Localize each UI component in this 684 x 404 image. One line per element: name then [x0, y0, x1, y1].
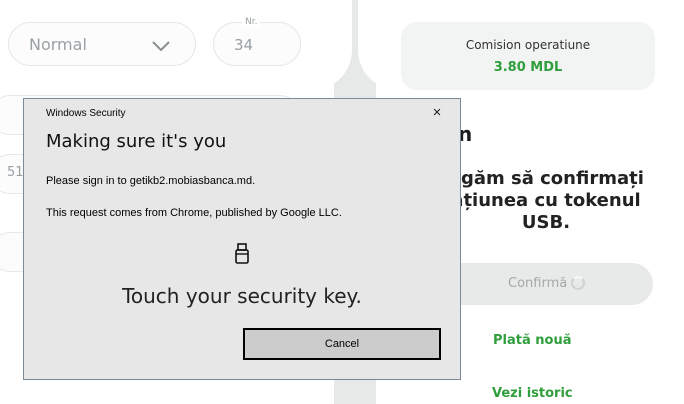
sign-in-domain-text: Please sign in to getikb2.mobiasbanca.md…: [46, 175, 256, 187]
view-history-link[interactable]: Vezi istoric: [492, 386, 573, 401]
close-icon[interactable]: ×: [426, 103, 448, 123]
loading-spinner-icon: [571, 276, 585, 290]
touch-key-instruction: Touch your security key.: [122, 284, 362, 308]
chevron-down-icon: [151, 39, 171, 57]
commission-label: Comision operatiune: [465, 38, 591, 52]
number-field-label: Nr.: [242, 17, 261, 27]
new-payment-link[interactable]: Plată nouă: [493, 333, 571, 348]
confirm-message-line-1: ugăm să confirmați: [448, 168, 644, 189]
dialog-heading: Making sure it's you: [46, 131, 227, 152]
commission-value: 3.80 MDL: [493, 60, 563, 75]
request-origin-text: This request comes from Chrome, publishe…: [46, 207, 342, 219]
number-field[interactable]: Nr. 34: [213, 17, 301, 66]
usb-security-key-icon: [234, 243, 250, 270]
cancel-button[interactable]: Cancel: [243, 328, 441, 360]
confirm-button-label: Confirmă: [508, 276, 568, 291]
priority-select[interactable]: Normal: [8, 22, 196, 66]
number-field-value: 34: [234, 36, 254, 54]
commission-card: Comision operatiune 3.80 MDL: [401, 22, 655, 90]
confirm-message-line-3: USB.: [521, 212, 571, 233]
priority-select-value: Normal: [29, 35, 87, 54]
form-field-2-value: 51: [7, 165, 24, 180]
confirm-message-line-2: ațiunea cu tokenul: [451, 190, 641, 211]
dialog-title: Windows Security: [46, 108, 126, 119]
windows-security-dialog: Windows Security × Making sure it's you …: [23, 98, 461, 380]
confirm-message: ugăm să confirmați ațiunea cu tokenul US…: [436, 168, 656, 234]
